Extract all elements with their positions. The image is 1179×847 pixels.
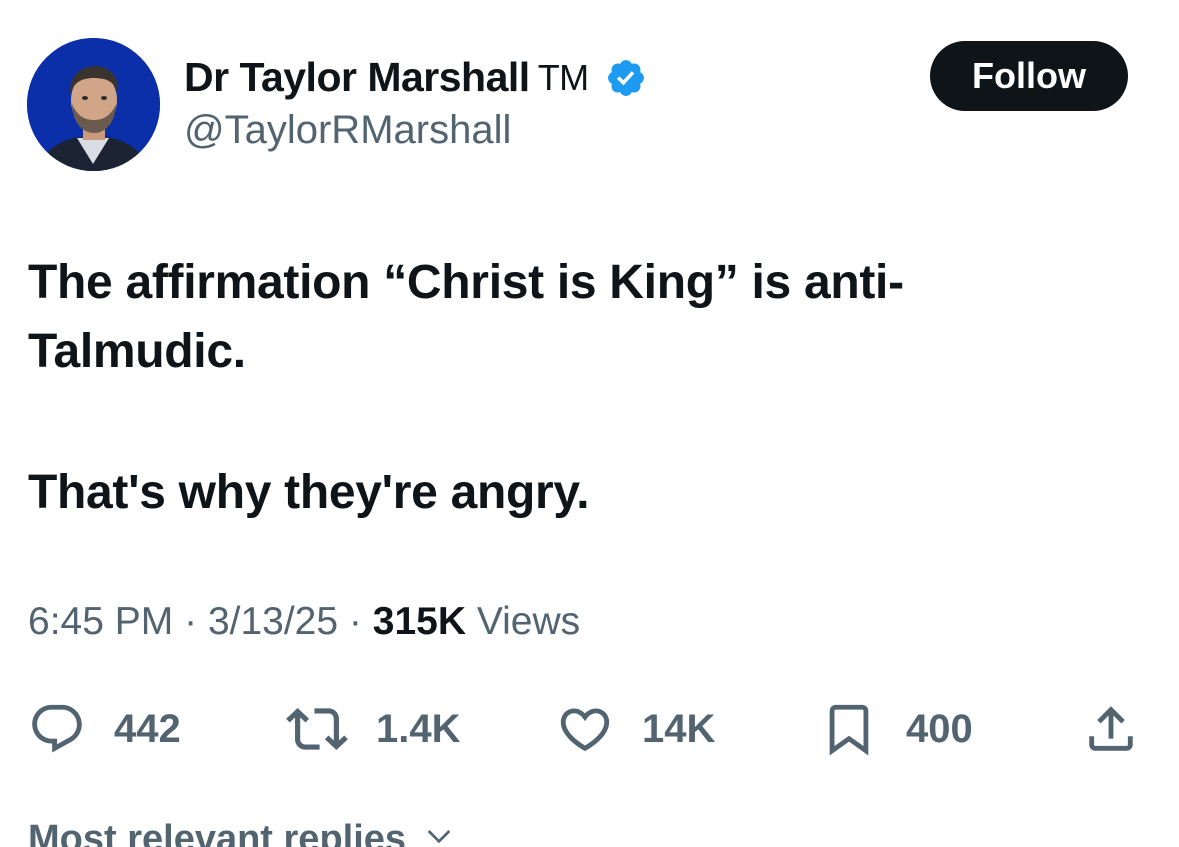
share-button[interactable] <box>1082 697 1140 761</box>
author-handle[interactable]: @TaylorRMarshall <box>184 108 511 153</box>
replies-sort-label: Most relevant replies <box>28 818 407 847</box>
replies-sort-dropdown[interactable]: Most relevant replies <box>28 818 455 847</box>
share-icon <box>1082 700 1140 758</box>
repost-button[interactable]: 1.4K <box>286 697 461 761</box>
repost-count: 1.4K <box>376 706 461 751</box>
bookmark-button[interactable]: 400 <box>820 697 973 761</box>
tweet-date[interactable]: 3/13/25 <box>208 600 338 643</box>
reply-icon <box>28 700 86 758</box>
tweet-text: The affirmation “Christ is King” is anti… <box>28 248 1128 527</box>
bookmark-count: 400 <box>906 706 973 751</box>
reply-button[interactable]: 442 <box>28 697 181 761</box>
trademark-suffix: TM <box>537 56 589 98</box>
tweet-text-line: That's why they're angry. <box>28 466 590 519</box>
bookmark-icon <box>820 698 878 760</box>
avatar[interactable] <box>27 38 160 171</box>
like-button[interactable]: 14K <box>556 697 715 761</box>
follow-button[interactable]: Follow <box>930 41 1128 111</box>
chevron-down-icon <box>423 819 455 847</box>
tweet-text-line: The affirmation “Christ is King” is anti… <box>28 256 904 309</box>
tweet-meta: 6:45 PM · 3/13/25 · 315K Views <box>28 600 580 644</box>
views-count[interactable]: 315K <box>373 600 466 643</box>
like-count: 14K <box>642 706 716 751</box>
meta-separator: · <box>348 600 362 643</box>
tweet-detail: Dr Taylor Marshall TM @TaylorRMarshall F… <box>0 0 1179 847</box>
tweet-time[interactable]: 6:45 PM <box>28 600 173 643</box>
repost-icon <box>286 698 348 760</box>
action-bar: 442 1.4K 14K 400 <box>0 697 1179 761</box>
meta-separator: · <box>184 600 198 643</box>
author-display-name[interactable]: Dr Taylor Marshall TM <box>184 54 647 101</box>
heart-icon <box>556 700 614 758</box>
tweet-text-line: Talmudic. <box>28 325 246 378</box>
verified-badge-icon[interactable] <box>605 57 647 99</box>
display-name-text: Dr Taylor Marshall <box>184 54 530 100</box>
reply-count: 442 <box>114 706 181 751</box>
views-label: Views <box>476 600 581 643</box>
